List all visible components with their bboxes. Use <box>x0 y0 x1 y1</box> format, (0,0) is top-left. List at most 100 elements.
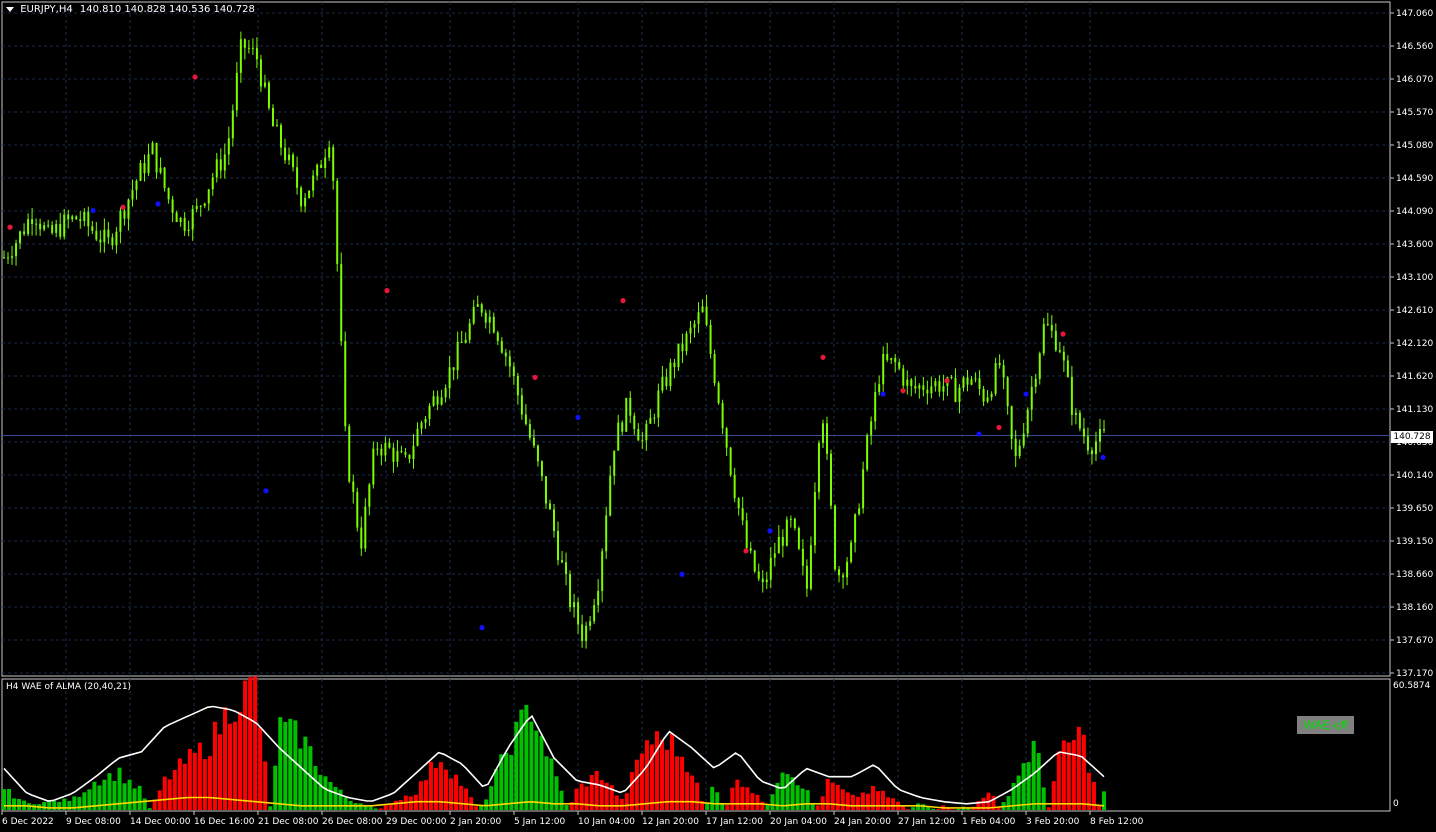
wae-histogram-bar <box>248 677 253 810</box>
candle-body <box>139 163 142 181</box>
sell-signal-dot <box>900 388 906 394</box>
buy-signal-dot <box>479 625 485 631</box>
wae-histogram-bar <box>469 797 474 810</box>
candle-body <box>11 256 14 258</box>
wae-histogram-bar <box>343 797 348 810</box>
wae-histogram-bar <box>1051 781 1056 810</box>
candle-body <box>894 358 897 363</box>
candle-body <box>1070 376 1073 415</box>
wae-histogram-bar <box>433 768 438 810</box>
wae-histogram-bar <box>438 762 443 810</box>
candle-body <box>914 386 917 389</box>
candle-body <box>1054 330 1057 351</box>
candle-body <box>1022 433 1025 446</box>
wae-histogram-bar <box>614 795 619 810</box>
candle-body <box>557 530 560 561</box>
candle-body <box>536 445 539 462</box>
triangle-down-icon[interactable] <box>6 6 14 12</box>
candle-body <box>219 159 222 171</box>
wae-histogram-bar <box>283 721 288 810</box>
wae-histogram-bar <box>549 758 554 810</box>
candle-body <box>312 175 315 191</box>
candle-body <box>641 440 644 442</box>
candle-body <box>637 429 640 441</box>
candle-body <box>773 553 776 558</box>
candle-body <box>183 217 186 231</box>
candle-body <box>223 154 226 171</box>
wae-histogram-bar <box>459 785 464 810</box>
time-axis-label: 8 Feb 12:00 <box>1090 817 1144 827</box>
wae-histogram-bar <box>418 781 423 810</box>
wae-histogram-bar <box>1081 734 1086 810</box>
price-axis-label: 140.140 <box>1396 471 1433 481</box>
wae-histogram-bar <box>177 758 182 810</box>
wae-histogram-bar <box>132 788 137 810</box>
candle-body <box>713 354 716 384</box>
wae-histogram-bar <box>654 731 659 810</box>
candle-body <box>143 163 146 174</box>
candle-body <box>340 263 343 342</box>
time-axis-label: 29 Dec 00:00 <box>386 817 447 827</box>
price-axis-label: 143.100 <box>1396 273 1433 283</box>
candle-body <box>846 561 849 578</box>
wae-histogram-bar <box>559 790 564 810</box>
candle-body <box>854 514 857 543</box>
wae-histogram-bar <box>865 793 870 810</box>
candle-body <box>356 491 359 528</box>
candle-body <box>994 363 997 394</box>
candle-body <box>805 565 808 589</box>
candle-body <box>151 142 154 155</box>
candle-body <box>51 225 54 233</box>
candle-body <box>970 379 973 385</box>
candle-body <box>255 47 258 60</box>
wae-histogram-bar <box>1026 762 1031 810</box>
candle-body <box>645 423 648 441</box>
wae-off-button[interactable]: WAE-off <box>1297 716 1354 734</box>
candle-body <box>203 203 206 207</box>
candle-body <box>621 422 624 432</box>
candle-body <box>898 362 901 369</box>
candle-body <box>745 520 748 549</box>
candle-body <box>1082 428 1085 437</box>
candle-body <box>508 356 511 367</box>
wae-histogram-bar <box>1066 742 1071 810</box>
wae-histogram-bar <box>544 756 549 810</box>
wae-histogram-bar <box>1076 726 1081 810</box>
candle-body <box>589 621 592 626</box>
candle-body <box>512 366 515 376</box>
candle-body <box>259 59 262 87</box>
chart-canvas[interactable]: 147.060 146.560 146.070 145.570 145.080 144.5… <box>0 0 1436 832</box>
candle-body <box>681 343 684 352</box>
wae-histogram-bar <box>378 808 383 810</box>
candle-body <box>464 339 467 343</box>
wae-histogram-bar <box>197 742 202 810</box>
candle-body <box>328 147 331 158</box>
wae-histogram-bar <box>212 721 217 810</box>
buy-signal-dot <box>263 488 269 494</box>
wae-histogram-bar <box>1006 796 1011 810</box>
wae-histogram-bar <box>1061 740 1066 810</box>
candle-body <box>408 454 411 460</box>
wae-histogram-bar <box>358 803 363 810</box>
candle-body <box>705 306 708 325</box>
candle-body <box>123 210 126 219</box>
candle-body <box>352 481 355 492</box>
candle-body <box>384 442 387 456</box>
candle-body <box>436 396 439 405</box>
wae-histogram-bar <box>916 803 921 810</box>
candle-body <box>35 223 38 225</box>
price-axis-label: 137.170 <box>1396 669 1433 679</box>
candle-body <box>777 536 780 554</box>
price-axis-label: 138.160 <box>1396 603 1433 613</box>
wae-histogram-bar <box>951 809 956 810</box>
candle-body <box>167 188 170 200</box>
candle-body <box>1014 438 1017 457</box>
chart-window[interactable]: 147.060 146.560 146.070 145.570 145.080 144.5… <box>0 0 1436 832</box>
wae-histogram-bar <box>318 774 323 810</box>
candle-body <box>480 304 483 313</box>
candle-body <box>749 548 752 551</box>
wae-histogram-bar <box>956 808 961 810</box>
candle-body <box>231 110 234 139</box>
candle-body <box>388 442 391 448</box>
wae-histogram-bar <box>619 798 624 810</box>
